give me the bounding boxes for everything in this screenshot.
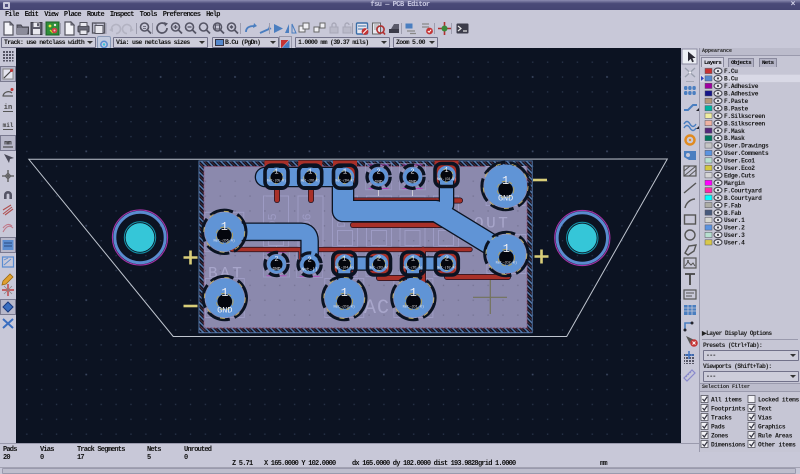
svg-text:1: 1 bbox=[308, 169, 312, 177]
svg-text:1: 1 bbox=[342, 255, 346, 263]
svg-text:2: 2 bbox=[377, 255, 381, 263]
svg-text:B.Courtyard: B.Courtyard bbox=[724, 195, 762, 202]
svg-text:GND: GND bbox=[272, 266, 280, 272]
svg-text:F.Courtyard: F.Courtyard bbox=[724, 187, 762, 194]
svg-text:Net-(D3-K): Net-(D3-K) bbox=[334, 305, 356, 310]
svg-text:User.Eco1: User.Eco1 bbox=[724, 158, 755, 165]
svg-text:Net-(D2-A): Net-(D2-A) bbox=[437, 177, 456, 181]
svg-text:1: 1 bbox=[221, 286, 228, 300]
svg-text:User.3: User.3 bbox=[724, 232, 745, 239]
svg-text:B.Paste: B.Paste bbox=[724, 106, 748, 113]
svg-text:Net-(D5-K): Net-(D5-K) bbox=[267, 179, 286, 183]
svg-text:Net-(D1-A): Net-(D1-A) bbox=[403, 265, 422, 269]
svg-text:All items: All items bbox=[711, 396, 742, 403]
svg-text:B.Mask: B.Mask bbox=[724, 135, 745, 142]
svg-text:2: 2 bbox=[376, 169, 380, 177]
svg-text:1: 1 bbox=[502, 174, 509, 188]
svg-text:2: 2 bbox=[274, 256, 278, 264]
svg-text:Rule Areas: Rule Areas bbox=[758, 432, 793, 439]
svg-text:Edge.Cuts: Edge.Cuts bbox=[724, 173, 755, 180]
svg-text:User.2: User.2 bbox=[724, 225, 745, 232]
svg-text:Net-(): Net-() bbox=[301, 267, 317, 273]
svg-text:User.4: User.4 bbox=[724, 240, 745, 247]
svg-text:User.1: User.1 bbox=[724, 217, 745, 224]
svg-text:GND: GND bbox=[217, 306, 232, 316]
svg-text:2: 2 bbox=[410, 169, 414, 177]
svg-text:Footprints: Footprints bbox=[711, 405, 746, 412]
svg-text:Net-(D2-K): Net-(D2-K) bbox=[496, 261, 518, 266]
svg-text:1: 1 bbox=[503, 242, 510, 256]
svg-text:1: 1 bbox=[410, 286, 417, 300]
svg-text:F.Silkscreen: F.Silkscreen bbox=[724, 113, 766, 120]
svg-text:B.Fab: B.Fab bbox=[724, 210, 742, 217]
svg-text:2: 2 bbox=[445, 255, 449, 263]
svg-text:Margin: Margin bbox=[724, 180, 745, 187]
svg-text:Other items: Other items bbox=[758, 441, 796, 448]
svg-text:1: 1 bbox=[274, 169, 278, 177]
svg-text:F.Cu: F.Cu bbox=[724, 68, 738, 75]
svg-text:User.Drawings: User.Drawings bbox=[724, 143, 769, 150]
svg-text:Net-(D3-A): Net-(D3-A) bbox=[369, 265, 388, 269]
svg-text:GND: GND bbox=[498, 194, 513, 204]
svg-text:GND: GND bbox=[375, 179, 383, 185]
svg-text:mil: mil bbox=[3, 122, 14, 129]
svg-text:Net-(D4-K): Net-(D4-K) bbox=[335, 179, 354, 183]
svg-text:Vias: Vias bbox=[758, 414, 772, 421]
svg-text:in: in bbox=[4, 104, 12, 112]
svg-text:User.Eco2: User.Eco2 bbox=[724, 165, 755, 172]
svg-text:Net-(D4-A): Net-(D4-A) bbox=[335, 265, 354, 269]
svg-text:2: 2 bbox=[307, 256, 311, 264]
svg-text:B.Adhesive: B.Adhesive bbox=[724, 91, 759, 98]
svg-text:Tracks: Tracks bbox=[711, 414, 732, 421]
svg-text:GND: GND bbox=[408, 179, 416, 185]
svg-text:Net-(D1-K): Net-(D1-K) bbox=[403, 305, 425, 310]
svg-text:mm: mm bbox=[4, 140, 12, 147]
svg-text:Net-(D2-A): Net-(D2-A) bbox=[437, 265, 456, 269]
svg-text:B.Cu: B.Cu bbox=[724, 76, 738, 83]
svg-text:1: 1 bbox=[411, 255, 415, 263]
svg-text:AC: AC bbox=[364, 297, 390, 320]
svg-text:F.Fab: F.Fab bbox=[724, 202, 742, 209]
svg-text:Dimensions: Dimensions bbox=[711, 441, 746, 448]
svg-text:Net-(D6-A): Net-(D6-A) bbox=[214, 238, 236, 243]
svg-text:Pads: Pads bbox=[711, 423, 725, 430]
svg-text:User.Comments: User.Comments bbox=[724, 150, 769, 157]
svg-text:Text: Text bbox=[758, 405, 772, 412]
svg-text:B.Silkscreen: B.Silkscreen bbox=[724, 120, 766, 127]
svg-text:1: 1 bbox=[343, 169, 347, 177]
svg-text:Net-(D6-K): Net-(D6-K) bbox=[301, 179, 320, 183]
svg-text:F.Adhesive: F.Adhesive bbox=[724, 83, 759, 90]
svg-text:1: 1 bbox=[221, 220, 228, 234]
svg-text:1: 1 bbox=[444, 167, 448, 175]
svg-text:1: 1 bbox=[341, 286, 348, 300]
svg-text:F.Paste: F.Paste bbox=[724, 98, 748, 105]
svg-text:Locked items: Locked items bbox=[758, 396, 800, 403]
svg-text:Zones: Zones bbox=[711, 432, 729, 439]
svg-text:F.Mask: F.Mask bbox=[724, 128, 745, 135]
svg-text:Graphics: Graphics bbox=[758, 423, 786, 430]
